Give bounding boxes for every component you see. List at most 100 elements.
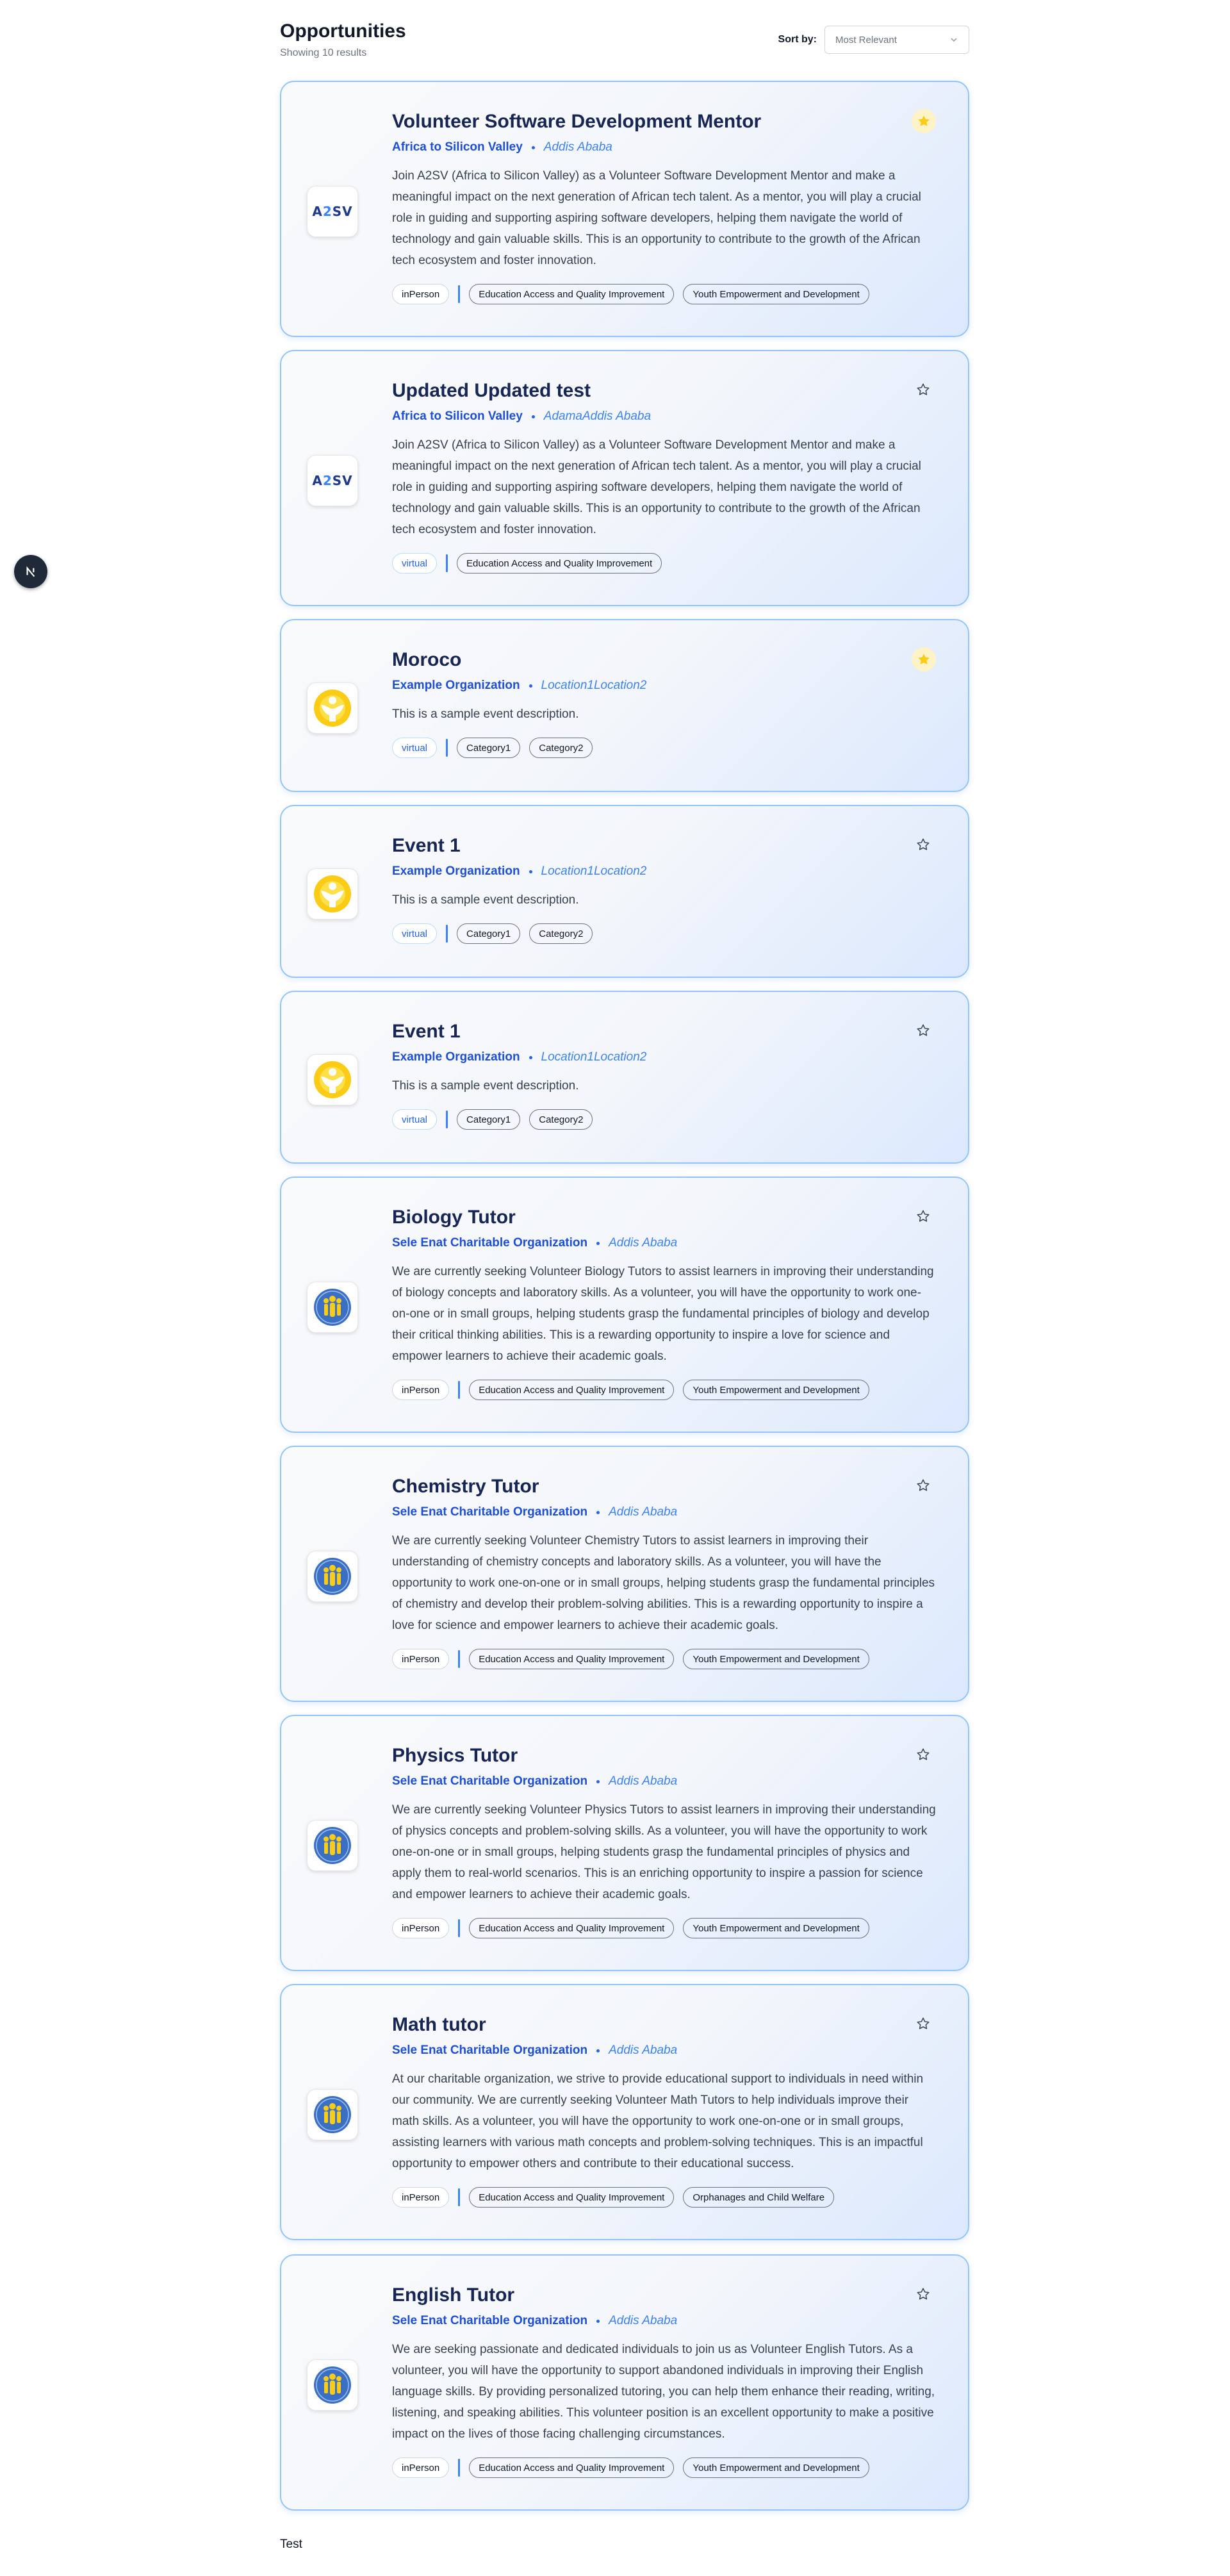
card-meta: Africa to Silicon Valley Addis Ababa [392,140,937,155]
bookmark-button[interactable] [914,1476,932,1494]
card-meta: Sele Enat Charitable Organization Addis A… [392,1235,937,1251]
location-text: Location1Location2 [541,1050,647,1064]
opportunity-card[interactable]: Math tutor Sele Enat Charitable Organizat… [280,1984,969,2240]
bookmark-button[interactable] [914,1207,932,1225]
organization-name[interactable]: Example Organization [392,864,520,879]
sele-enat-logo-mark [314,1558,351,1595]
meta-separator-dot [596,2049,600,2052]
opportunity-card[interactable]: A2SV Volunteer Software Development Mento… [280,81,969,337]
footer-text: Test [280,2538,302,2551]
meta-separator-dot [529,1055,532,1059]
card-body: English Tutor Sele Enat Charitable Organi… [392,2284,937,2478]
sort-control: Sort by: Most Relevant [778,26,969,54]
bookmark-button[interactable] [914,1021,932,1039]
card-body: Moroco Example Organization Location1Locat… [392,648,937,758]
tag-row: virtual Category1 Category2 [392,923,937,944]
opportunity-title[interactable]: Math tutor [392,2013,937,2036]
opportunity-card[interactable]: Event 1 Example Organization Location1Loca… [280,991,969,1164]
organization-name[interactable]: Sele Enat Charitable Organization [392,1505,587,1520]
opportunity-card[interactable]: A2SV Updated Updated test Africa to Silico… [280,350,969,606]
opportunity-description: Join A2SV (Africa to Silicon Valley) as … [392,169,921,267]
opportunity-title[interactable]: Chemistry Tutor [392,1475,937,1498]
mode-tag: inPerson [392,284,450,304]
organization-name[interactable]: Example Organization [392,678,520,693]
card-body: Chemistry Tutor Sele Enat Charitable Orga… [392,1475,937,1669]
nextjs-badge[interactable] [14,555,47,588]
mode-tag: virtual [392,553,438,574]
bookmark-button[interactable] [912,109,936,133]
opportunity-card[interactable]: Moroco Example Organization Location1Locat… [280,619,969,792]
meta-separator-dot [596,1510,600,1514]
mode-tag: inPerson [392,1918,450,1938]
organization-logo: A2SV [307,455,358,506]
category-tag: Category2 [529,1109,593,1130]
star-outline-icon [917,838,930,850]
star-outline-icon [917,1210,930,1222]
opportunity-description: We are currently seeking Volunteer Biolo… [392,1265,934,1363]
meta-separator-dot [596,1779,600,1783]
organization-name[interactable]: Sele Enat Charitable Organization [392,2043,587,2058]
bookmark-button[interactable] [914,2015,932,2033]
organization-name[interactable]: Example Organization [392,1050,520,1065]
organization-name[interactable]: Sele Enat Charitable Organization [392,1774,587,1789]
organization-name[interactable]: Sele Enat Charitable Organization [392,2313,587,2329]
opportunity-title[interactable]: Biology Tutor [392,1206,937,1229]
yellow-figure-logo-mark [314,1061,351,1098]
mode-tag: inPerson [392,1649,450,1669]
card-body: Updated Updated test Africa to Silicon Va… [392,379,937,574]
category-tag: Youth Empowerment and Development [683,1918,869,1938]
opportunity-card[interactable]: English Tutor Sele Enat Charitable Organi… [280,2254,969,2511]
opportunity-title[interactable]: English Tutor [392,2284,937,2307]
opportunity-title[interactable]: Event 1 [392,1020,937,1043]
organization-logo [307,868,358,920]
opportunity-title[interactable]: Volunteer Software Development Mentor [392,110,937,133]
organization-logo [307,1054,358,1105]
tag-row: inPerson Education Access and Quality Imp… [392,2187,937,2208]
category-tag: Youth Empowerment and Development [683,1380,869,1400]
location-text: Addis Ababa [609,1236,678,1250]
organization-logo [307,2089,358,2140]
nextjs-n-icon [26,566,35,577]
opportunity-title[interactable]: Updated Updated test [392,379,937,402]
organization-name[interactable]: Africa to Silicon Valley [392,140,523,155]
bookmark-button[interactable] [914,2285,932,2303]
sele-enat-logo-mark [314,1827,351,1864]
card-meta: Example Organization Location1Location2 [392,864,937,879]
page-header: Opportunities Showing 10 results Sort by… [280,0,969,81]
location-text: Addis Ababa [543,140,612,154]
bookmark-button[interactable] [914,1746,932,1763]
card-body: Biology Tutor Sele Enat Charitable Organi… [392,1206,937,1400]
mode-tag: virtual [392,1109,438,1130]
location-text: AdamaAddis Ababa [543,409,652,423]
opportunity-card[interactable]: Physics Tutor Sele Enat Charitable Organi… [280,1715,969,1971]
bookmark-button[interactable] [912,647,936,672]
opportunity-title[interactable]: Physics Tutor [392,1744,937,1767]
opportunity-title[interactable]: Event 1 [392,834,937,857]
mode-tag: inPerson [392,2187,450,2208]
opportunity-card[interactable]: Chemistry Tutor Sele Enat Charitable Orga… [280,1446,969,1702]
mode-tag: virtual [392,738,438,758]
opportunity-card[interactable]: Event 1 Example Organization Location1Loca… [280,805,969,978]
organization-name[interactable]: Africa to Silicon Valley [392,409,523,424]
bookmark-button[interactable] [914,836,932,854]
card-body: Volunteer Software Development Mentor Afr… [392,110,937,304]
opportunity-title[interactable]: Moroco [392,648,937,672]
star-outline-icon [917,2288,930,2300]
star-filled-icon [918,654,930,665]
sort-select[interactable]: Most Relevant [824,26,969,54]
card-meta: Sele Enat Charitable Organization Addis A… [392,1505,937,1520]
location-text: Location1Location2 [541,679,647,692]
location-text: Addis Ababa [609,1505,678,1519]
card-body: Physics Tutor Sele Enat Charitable Organi… [392,1744,937,1938]
bookmark-button[interactable] [914,381,932,399]
tag-divider [458,1381,461,1399]
star-outline-icon [917,1479,930,1491]
card-meta: Example Organization Location1Location2 [392,678,937,693]
location-text: Addis Ababa [609,2043,678,2057]
a2sv-logo-mark: A2SV [312,473,353,488]
organization-name[interactable]: Sele Enat Charitable Organization [392,1235,587,1251]
opportunity-card[interactable]: Biology Tutor Sele Enat Charitable Organi… [280,1177,969,1433]
tag-divider [458,1919,461,1937]
tag-row: virtual Category1 Category2 [392,738,937,758]
category-tag: Category2 [529,923,593,944]
